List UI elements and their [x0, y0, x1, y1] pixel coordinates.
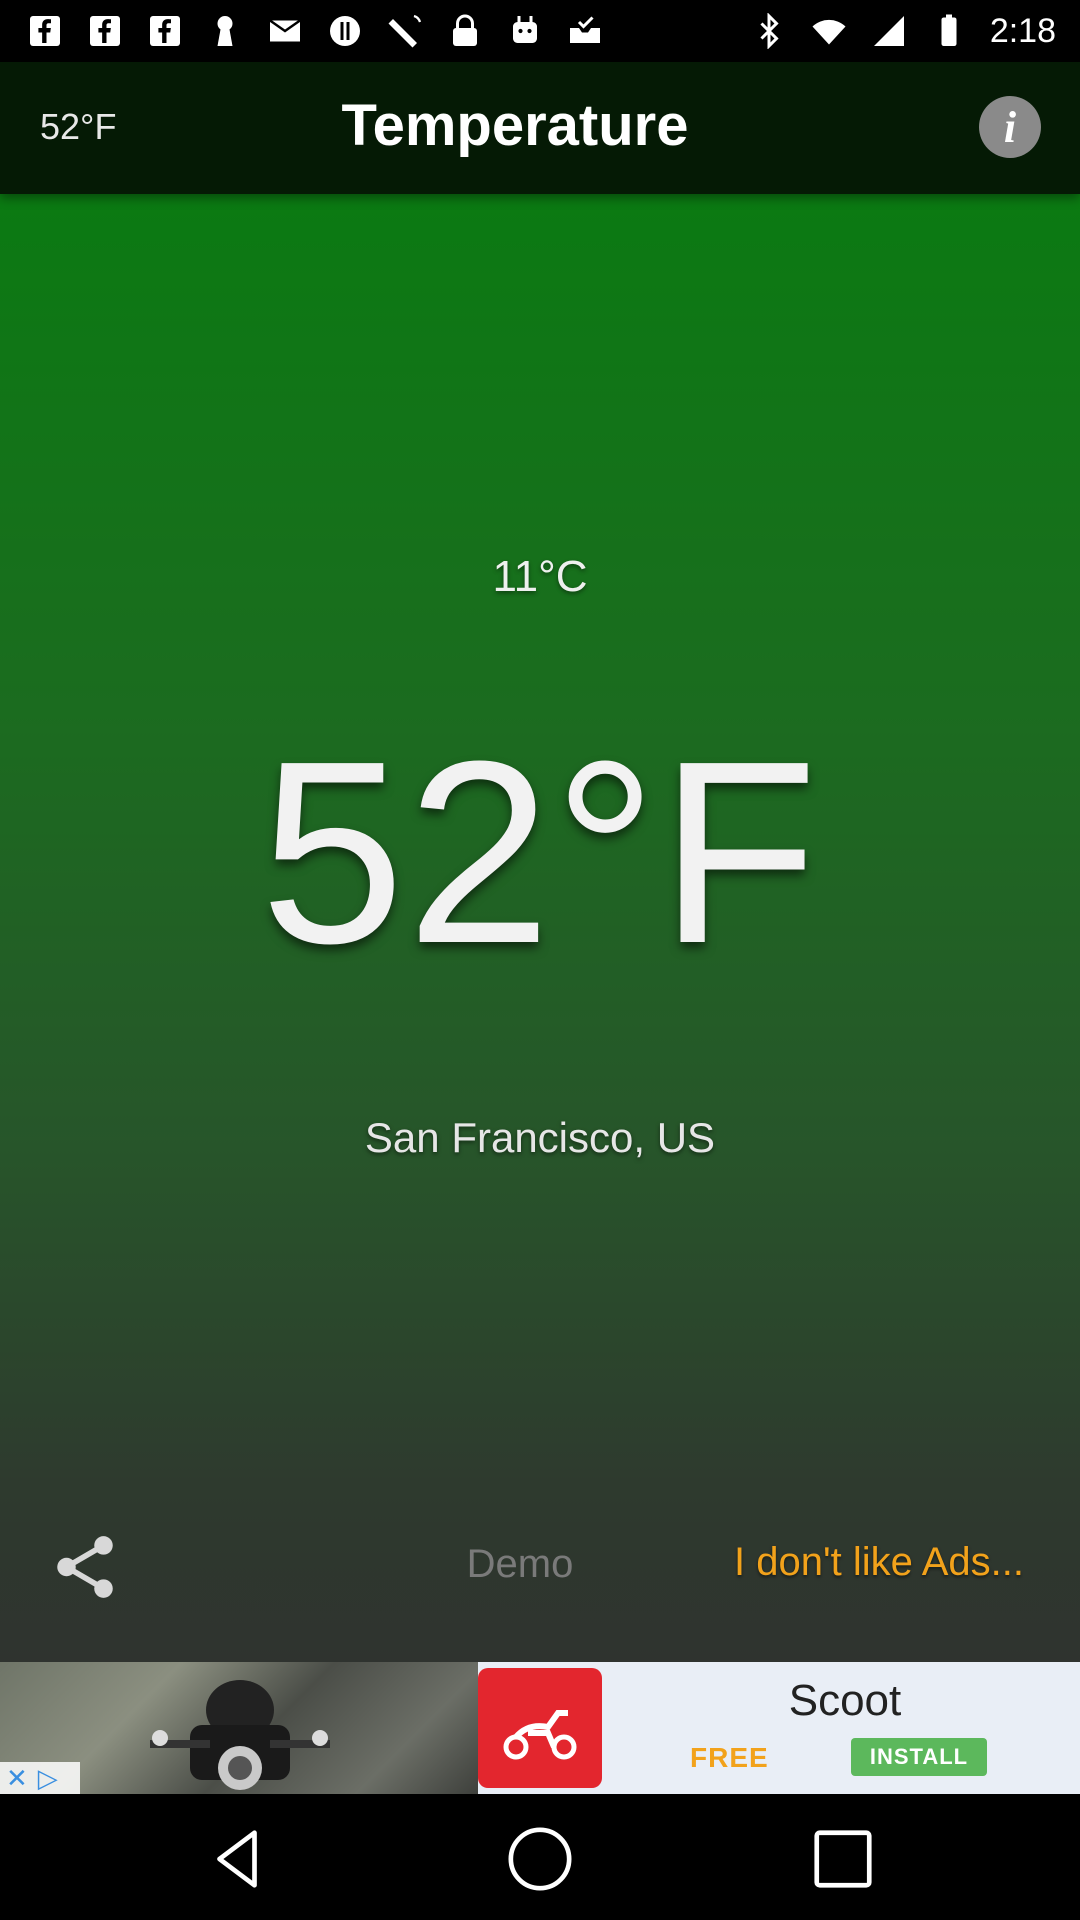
- satellite-icon: [386, 12, 424, 50]
- facebook-icon: [26, 12, 64, 50]
- keyhole-icon: [206, 12, 244, 50]
- ad-banner[interactable]: ✕ ▷ Scoot FREE INSTALL: [0, 1662, 1080, 1794]
- battery-icon: [930, 12, 968, 50]
- page-title: Temperature: [341, 93, 689, 158]
- ad-choices-icon: ▷: [37, 1763, 58, 1793]
- home-button[interactable]: [505, 1824, 575, 1894]
- ad-free-label: FREE: [690, 1742, 769, 1773]
- share-icon: [57, 1536, 113, 1598]
- remove-ads-link[interactable]: I don't like Ads...: [734, 1540, 1024, 1585]
- app-toolbar: 52°F Temperature i: [0, 62, 1080, 194]
- scooter-icon: [503, 1710, 577, 1760]
- close-icon: ✕: [6, 1763, 28, 1793]
- mail-icon: [266, 12, 304, 50]
- status-bar: 2:18: [0, 0, 1080, 62]
- facebook-icon: [86, 12, 124, 50]
- celsius-reading: 11°C: [492, 552, 588, 601]
- ad-image: ✕ ▷: [0, 1662, 478, 1794]
- scoot-logo: [478, 1668, 602, 1788]
- system-nav-bar: [0, 1794, 1080, 1920]
- signal-icon: [870, 12, 908, 50]
- demo-button[interactable]: Demo: [440, 1542, 600, 1587]
- ad-close-button[interactable]: ✕ ▷: [0, 1762, 80, 1794]
- back-button[interactable]: [202, 1824, 272, 1894]
- ad-install-button[interactable]: INSTALL: [851, 1738, 987, 1776]
- alert-icon: [326, 12, 364, 50]
- recents-button[interactable]: [808, 1824, 878, 1894]
- fahrenheit-reading: 52°F: [260, 708, 820, 998]
- info-icon: i: [1003, 102, 1017, 152]
- location-label: San Francisco, US: [364, 1114, 716, 1161]
- inbox-check-icon: [566, 12, 604, 50]
- facebook-icon: [146, 12, 184, 50]
- bluetooth-icon: [750, 12, 788, 50]
- ad-app-name: Scoot: [788, 1676, 902, 1725]
- status-time: 2:18: [989, 11, 1056, 50]
- temperature-panel: 11°C 52°F San Francisco, US Demo I don't…: [0, 194, 1080, 1662]
- android-icon: [506, 12, 544, 50]
- lock-icon: [446, 12, 484, 50]
- recents-square-icon: [814, 1830, 872, 1888]
- scooter-rider-image: [150, 1680, 330, 1790]
- share-button[interactable]: [48, 1530, 122, 1604]
- wifi-icon: [810, 12, 848, 50]
- info-button[interactable]: i: [979, 96, 1041, 158]
- back-triangle-icon: [217, 1830, 257, 1888]
- home-circle-icon: [508, 1827, 572, 1891]
